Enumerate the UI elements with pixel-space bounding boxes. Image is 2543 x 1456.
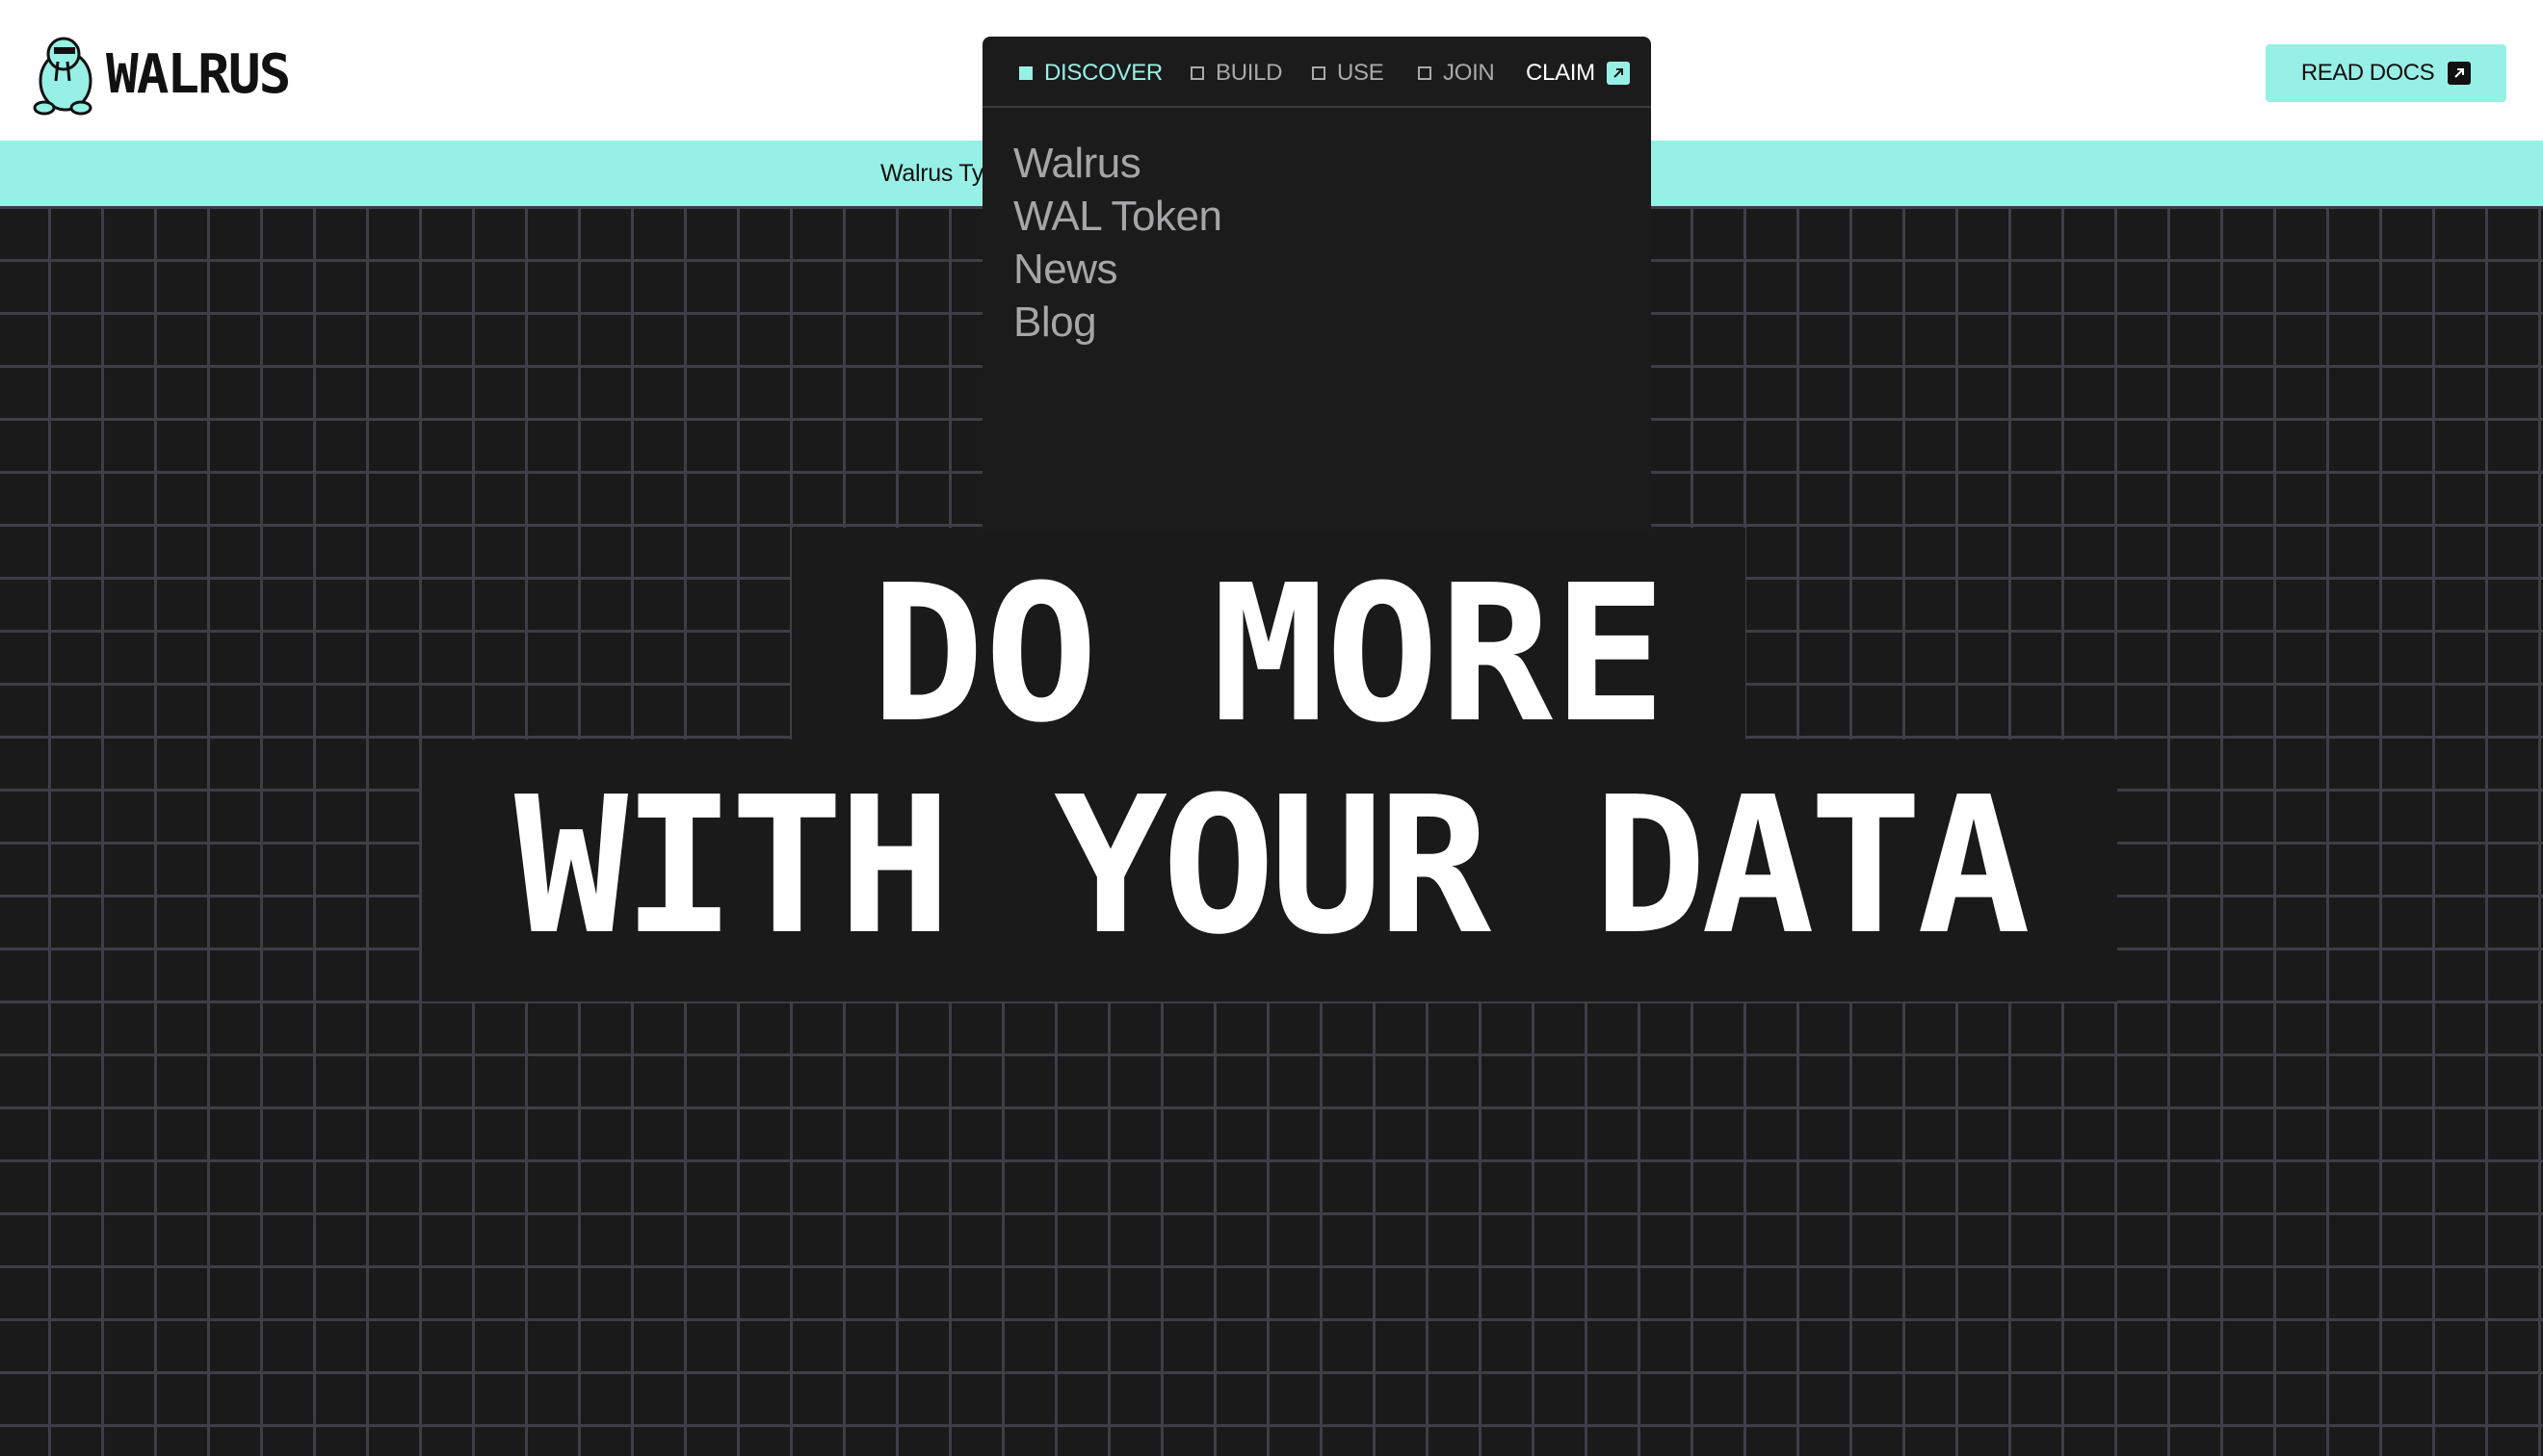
discover-dropdown-menu: Walrus WAL Token News Blog bbox=[1013, 137, 1222, 349]
nav-item-build[interactable]: BUILD bbox=[1191, 60, 1283, 87]
square-outline-icon bbox=[1312, 66, 1325, 80]
dropdown-link-news[interactable]: News bbox=[1013, 243, 1221, 296]
walrus-logo[interactable]: WALRUS bbox=[29, 33, 291, 116]
nav-dropdown-panel: DISCOVER BUILD USE JOIN CLAIM Walrus WAL… bbox=[983, 37, 1651, 532]
hero-headline-line-2: WITH YOUR DATA bbox=[513, 757, 2031, 976]
walrus-mascot-icon bbox=[33, 37, 92, 116]
dropdown-link-blog[interactable]: Blog bbox=[1013, 296, 1221, 349]
dropdown-link-wal-token[interactable]: WAL Token bbox=[1013, 190, 1222, 243]
hero-headline-line-1: DO MORE bbox=[870, 545, 1666, 765]
nav-item-claim[interactable]: CLAIM bbox=[1526, 60, 1630, 87]
nav-item-join[interactable]: JOIN bbox=[1418, 60, 1495, 87]
read-docs-button[interactable]: READ DOCS bbox=[2266, 44, 2506, 102]
square-filled-icon bbox=[1019, 66, 1033, 80]
nav-item-label: BUILD bbox=[1216, 60, 1283, 86]
nav-item-label: USE bbox=[1337, 60, 1384, 86]
dropdown-link-walrus[interactable]: Walrus bbox=[1013, 137, 1221, 190]
square-outline-icon bbox=[1418, 66, 1431, 80]
ticker-text: Walrus Ty bbox=[880, 160, 984, 187]
main-nav: DISCOVER BUILD USE JOIN CLAIM bbox=[983, 37, 1651, 108]
arrow-up-right-icon bbox=[2448, 62, 2472, 85]
nav-item-label: DISCOVER bbox=[1044, 60, 1163, 86]
nav-item-use[interactable]: USE bbox=[1312, 60, 1384, 87]
arrow-up-right-icon bbox=[1606, 62, 1630, 85]
nav-item-label: CLAIM bbox=[1526, 60, 1595, 86]
read-docs-label: READ DOCS bbox=[2300, 60, 2435, 86]
brand-name: WALRUS bbox=[106, 42, 291, 106]
square-outline-icon bbox=[1191, 66, 1204, 80]
nav-item-discover[interactable]: DISCOVER bbox=[1019, 60, 1163, 87]
nav-item-label: JOIN bbox=[1443, 60, 1495, 86]
